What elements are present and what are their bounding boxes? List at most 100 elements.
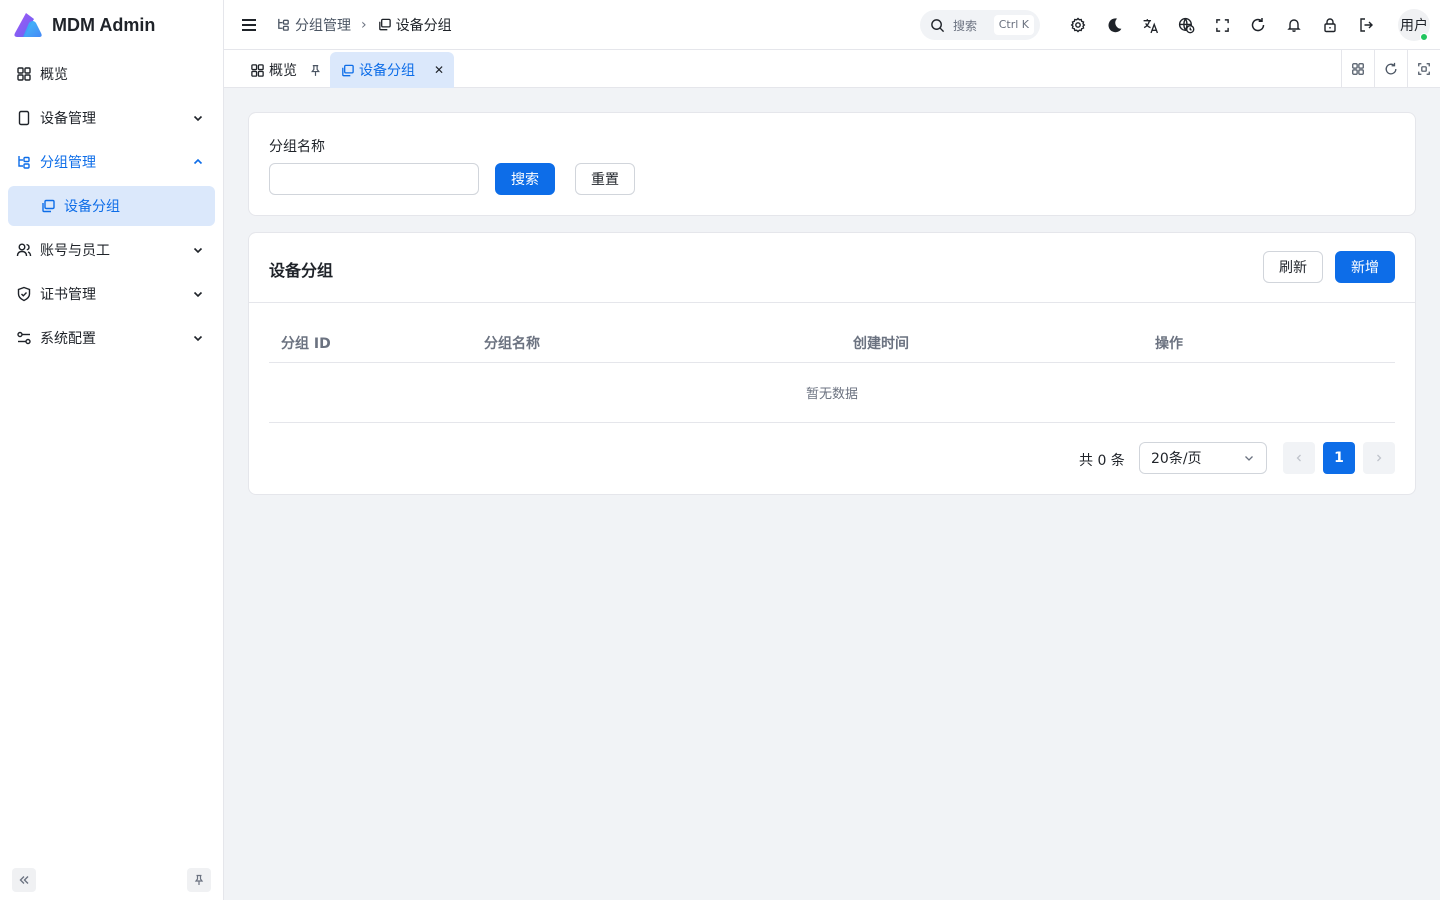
header-toolbar	[1060, 0, 1384, 50]
menu-toggle-icon[interactable]	[240, 16, 258, 34]
sidebar-item-device-groups[interactable]: 设备分组	[8, 186, 215, 226]
search-placeholder: 搜索	[953, 18, 978, 33]
tab-bar: 概览 设备分组 ✕	[224, 50, 1440, 88]
prev-page-button[interactable]	[1283, 442, 1315, 474]
tab-menu-button[interactable]	[1341, 50, 1374, 88]
chevron-left-icon	[1296, 454, 1301, 462]
column-header-actions[interactable]: 操作	[1155, 333, 1183, 353]
breadcrumb-item-device-groups[interactable]: 设备分组	[377, 15, 452, 35]
chevron-down-icon	[193, 247, 203, 254]
timezone-button[interactable]	[1168, 0, 1204, 50]
online-status-dot	[1420, 33, 1428, 41]
breadcrumb-item-group-management[interactable]: 分组管理	[276, 15, 351, 35]
close-icon[interactable]: ✕	[434, 63, 444, 77]
breadcrumb-separator-icon: ›	[361, 16, 367, 33]
moon-icon	[1107, 17, 1121, 32]
page-size-value: 20条/页	[1151, 451, 1202, 467]
column-header-created-at[interactable]: 创建时间	[853, 333, 909, 353]
pin-sidebar-button[interactable]	[187, 868, 211, 892]
fullscreen-icon	[1215, 18, 1229, 32]
logo[interactable]: MDM Admin	[0, 0, 223, 50]
fullscreen-button[interactable]	[1204, 0, 1240, 50]
refresh-icon	[1251, 18, 1265, 32]
refresh-button[interactable]: 刷新	[1263, 251, 1323, 283]
lock-icon	[1324, 18, 1336, 33]
dark-mode-toggle[interactable]	[1096, 0, 1132, 50]
maximize-icon	[1418, 63, 1430, 75]
global-search-button[interactable]: 搜索 Ctrl K	[920, 10, 1040, 40]
search-icon	[931, 18, 945, 32]
group-name-label: 分组名称	[269, 139, 325, 155]
device-groups-table-card: 设备分组 刷新 新增 分组 ID 分组名称 创建时间 操作 暂无数据 共 0 条…	[248, 232, 1416, 495]
bell-icon	[1287, 19, 1301, 32]
tab-label: 设备分组	[359, 63, 415, 79]
breadcrumb-label: 分组管理	[295, 17, 351, 34]
globe-clock-icon	[1178, 17, 1194, 33]
pagination-total: 共 0 条	[1079, 453, 1125, 469]
sidebar-item-group-management[interactable]: 分组管理	[8, 142, 215, 182]
page-1-button[interactable]: 1	[1323, 442, 1355, 474]
collapse-sidebar-button[interactable]	[12, 868, 36, 892]
top-header: 分组管理 › 设备分组 搜索 Ctrl K 用户	[224, 0, 1440, 50]
card-header: 设备分组 刷新 新增	[249, 233, 1415, 303]
table-header-row: 分组 ID 分组名称 创建时间 操作	[269, 319, 1395, 363]
sidebar-item-overview[interactable]: 概览	[8, 54, 215, 94]
empty-state: 暂无数据	[269, 363, 1395, 423]
gear-icon	[1070, 17, 1086, 33]
settings-sliders-icon	[17, 331, 31, 345]
sidebar-item-certificates[interactable]: 证书管理	[8, 274, 215, 314]
copy-icon	[42, 199, 55, 213]
tab-label: 概览	[269, 63, 297, 79]
sidebar-item-label: 概览	[40, 67, 68, 83]
breadcrumb-label: 设备分组	[395, 17, 452, 34]
preferences-button[interactable]	[1060, 0, 1096, 50]
add-group-button[interactable]: 新增	[1335, 251, 1395, 283]
table-title: 设备分组	[269, 261, 334, 280]
user-avatar[interactable]: 用户	[1398, 9, 1430, 41]
sidebar-item-accounts[interactable]: 账号与员工	[8, 230, 215, 270]
copy-icon	[378, 18, 391, 31]
breadcrumb: 分组管理 › 设备分组	[276, 15, 452, 35]
sidebar-item-label: 设备管理	[40, 111, 96, 127]
column-header-group-name[interactable]: 分组名称	[484, 333, 540, 353]
tab-tools	[1341, 50, 1440, 88]
language-button[interactable]	[1132, 0, 1168, 50]
chevron-down-icon	[193, 115, 203, 122]
refresh-tab-button[interactable]	[1374, 50, 1407, 88]
double-chevron-left-icon	[19, 876, 29, 884]
column-header-group-id[interactable]: 分组 ID	[281, 333, 331, 353]
dashboard-icon	[17, 67, 31, 81]
logout-button[interactable]	[1348, 0, 1384, 50]
tab-device-groups[interactable]: 设备分组 ✕	[330, 52, 454, 88]
chevron-down-icon	[1245, 456, 1253, 461]
maximize-content-button[interactable]	[1407, 50, 1440, 88]
sidebar-footer	[12, 868, 211, 892]
group-icon	[278, 18, 289, 31]
refresh-page-button[interactable]	[1240, 0, 1276, 50]
dashboard-icon	[251, 63, 264, 77]
copy-icon	[342, 64, 354, 76]
page-size-select[interactable]: 20条/页	[1139, 442, 1267, 474]
users-icon	[16, 243, 32, 257]
reset-button[interactable]: 重置	[575, 163, 635, 195]
group-icon	[18, 156, 30, 169]
search-form-card: 分组名称 搜索 重置	[248, 112, 1416, 216]
grid-icon	[1352, 63, 1364, 75]
next-page-button[interactable]	[1363, 442, 1395, 474]
sidebar-item-label: 分组管理	[40, 155, 96, 171]
sidebar-item-system-config[interactable]: 系统配置	[8, 318, 215, 358]
search-button[interactable]: 搜索	[495, 163, 555, 195]
sidebar-item-device-management[interactable]: 设备管理	[8, 98, 215, 138]
pin-icon[interactable]	[309, 64, 322, 77]
lock-screen-button[interactable]	[1312, 0, 1348, 50]
translate-icon	[1143, 18, 1158, 33]
chevron-up-icon	[193, 158, 203, 165]
group-name-input[interactable]	[269, 163, 479, 195]
chevron-down-icon	[193, 335, 203, 342]
device-icon	[18, 110, 30, 126]
shield-icon	[17, 286, 31, 302]
tab-overview[interactable]: 概览	[240, 52, 332, 88]
sidebar-item-label: 系统配置	[40, 331, 96, 347]
notifications-button[interactable]	[1276, 0, 1312, 50]
logout-icon	[1360, 18, 1373, 32]
